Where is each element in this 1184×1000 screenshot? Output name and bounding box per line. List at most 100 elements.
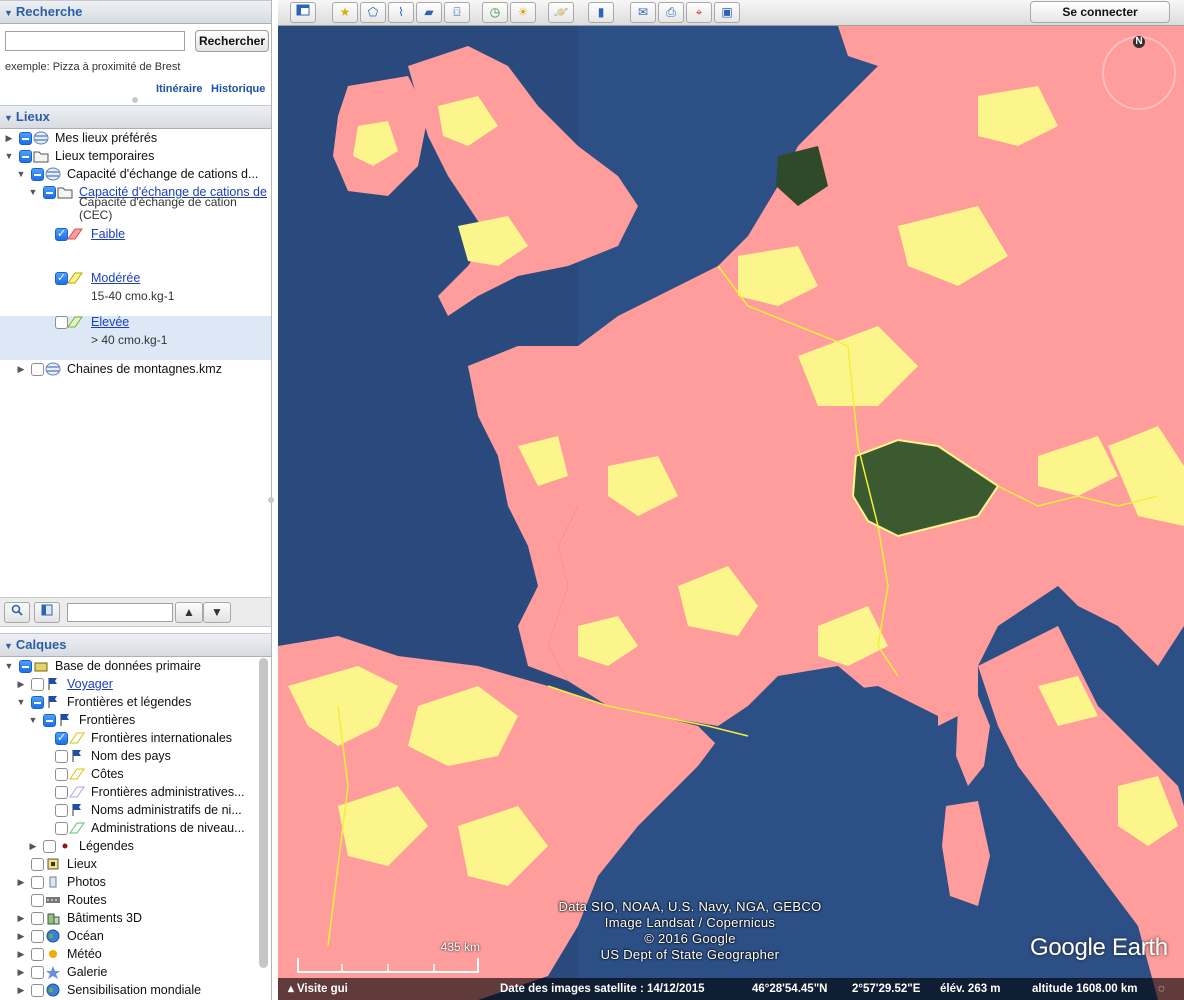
layer-item[interactable]: Administrations de niveau... <box>0 819 258 837</box>
checkbox[interactable] <box>55 750 68 763</box>
add-overlay-button[interactable]: ▰ <box>416 2 442 23</box>
checkbox[interactable] <box>31 678 44 691</box>
checkbox[interactable] <box>31 168 44 181</box>
sidebar-toggle-button[interactable] <box>290 2 316 23</box>
layer-item[interactable]: Nom des pays <box>0 747 258 765</box>
checkbox[interactable] <box>19 660 32 673</box>
add-placemark-button[interactable]: ★ <box>332 2 358 23</box>
checkbox[interactable] <box>31 696 44 709</box>
resize-handle[interactable] <box>132 97 138 103</box>
save-image-button[interactable]: ▣ <box>714 2 740 23</box>
print-button[interactable]: ⎙ <box>658 2 684 23</box>
place-item-moderee[interactable]: ✓ Modérée <box>0 269 271 287</box>
earth-viewport[interactable]: N Data SIO, NOAA, U.S. Navy, NGA, GEBCO … <box>278 26 1184 1000</box>
checkbox[interactable] <box>31 948 44 961</box>
layer-item[interactable]: ▼ Frontières <box>0 711 258 729</box>
layer-item[interactable]: ▼ Frontières et légendes <box>0 693 258 711</box>
checkbox[interactable] <box>31 894 44 907</box>
checkbox-checked[interactable]: ✓ <box>55 732 68 745</box>
layer-item[interactable]: Noms administratifs de ni... <box>0 801 258 819</box>
expand-icon[interactable]: ▶ <box>16 945 26 963</box>
checkbox[interactable] <box>31 912 44 925</box>
sign-in-button[interactable]: Se connecter <box>1030 1 1170 23</box>
checkbox[interactable] <box>31 984 44 997</box>
move-down-button[interactable]: ▼ <box>203 602 231 623</box>
checkbox[interactable] <box>43 840 56 853</box>
collapse-icon[interactable]: ▼ <box>28 711 38 729</box>
switch-planet-button[interactable]: 🪐 <box>548 2 574 23</box>
expand-icon[interactable]: ▶ <box>16 909 26 927</box>
layer-link[interactable]: Voyager <box>67 675 113 693</box>
checkbox[interactable] <box>31 858 44 871</box>
collapse-icon[interactable]: ▼ <box>4 657 14 675</box>
checkbox[interactable] <box>55 768 68 781</box>
expand-icon[interactable]: ▶ <box>16 963 26 981</box>
layer-item[interactable]: Lieux <box>0 855 258 873</box>
checkbox[interactable] <box>55 804 68 817</box>
expand-icon[interactable]: ▶ <box>16 360 26 378</box>
toggle-panel-button[interactable] <box>34 602 60 623</box>
add-path-button[interactable]: ⌇ <box>388 2 414 23</box>
directions-link[interactable]: Itinéraire <box>156 83 202 95</box>
expand-icon[interactable]: ▶ <box>4 129 14 147</box>
historical-imagery-button[interactable]: ◷ <box>482 2 508 23</box>
collapse-icon[interactable]: ▼ <box>28 183 38 201</box>
place-item-faible[interactable]: ✓ Faible <box>0 225 271 243</box>
collapse-icon[interactable]: ▼ <box>16 165 26 183</box>
place-link[interactable]: Elevée <box>91 313 129 331</box>
place-item-favorites[interactable]: ▶ Mes lieux préférés <box>0 129 271 147</box>
expand-icon[interactable]: ▶ <box>16 675 26 693</box>
checkbox[interactable] <box>43 714 56 727</box>
search-button[interactable]: Rechercher <box>195 30 269 52</box>
layer-item[interactable]: ▶ Océan <box>0 927 258 945</box>
layer-item[interactable]: Routes <box>0 891 258 909</box>
layers-panel-header[interactable]: ▼ Calques <box>0 633 271 657</box>
history-link[interactable]: Historique <box>211 83 265 95</box>
expand-icon[interactable]: ▶ <box>28 837 38 855</box>
expand-icon[interactable]: ▶ <box>16 873 26 891</box>
layer-item[interactable]: ▶ Bâtiments 3D <box>0 909 258 927</box>
checkbox[interactable] <box>19 150 32 163</box>
move-up-button[interactable]: ▲ <box>175 602 203 623</box>
search-input[interactable] <box>5 31 185 51</box>
checkbox[interactable] <box>31 966 44 979</box>
places-panel-header[interactable]: ▼ Lieux <box>0 105 271 129</box>
expand-icon[interactable]: ▶ <box>16 981 26 999</box>
places-filter-input[interactable] <box>67 603 173 622</box>
checkbox[interactable] <box>55 822 68 835</box>
resize-handle[interactable] <box>268 497 274 503</box>
sunlight-button[interactable]: ☀ <box>510 2 536 23</box>
layer-item[interactable]: ▶ Légendes <box>0 837 258 855</box>
layer-item[interactable]: ▶ Photos <box>0 873 258 891</box>
collapse-icon[interactable]: ▼ <box>4 147 14 165</box>
layer-item[interactable]: ✓ Frontières internationales <box>0 729 258 747</box>
checkbox[interactable] <box>31 876 44 889</box>
checkbox[interactable] <box>31 363 44 376</box>
view-in-maps-button[interactable]: ⌖ <box>686 2 712 23</box>
layer-item[interactable]: Côtes <box>0 765 258 783</box>
checkbox[interactable] <box>31 930 44 943</box>
tour-button[interactable]: ▴ Visite gui <box>288 978 348 1000</box>
layers-scrollbar[interactable] <box>259 658 268 968</box>
place-item-cec-root[interactable]: ▼ Capacité d'échange de cations d... <box>0 165 271 183</box>
checkbox[interactable] <box>19 132 32 145</box>
layer-item[interactable]: Frontières administratives... <box>0 783 258 801</box>
ruler-button[interactable]: ▮ <box>588 2 614 23</box>
place-link[interactable]: Faible <box>91 225 125 243</box>
layer-item[interactable]: ▶ Sensibilisation mondiale <box>0 981 258 999</box>
layer-item[interactable]: ▶ Météo <box>0 945 258 963</box>
place-link[interactable]: Modérée <box>91 269 140 287</box>
layer-item[interactable]: ▶ Voyager <box>0 675 258 693</box>
search-panel-header[interactable]: ▼ Recherche <box>0 0 271 24</box>
layer-item[interactable]: ▶ Galerie <box>0 963 258 981</box>
checkbox[interactable] <box>55 786 68 799</box>
layer-item[interactable]: ▼ Base de données primaire <box>0 657 258 675</box>
checkbox[interactable] <box>43 186 56 199</box>
place-item-elevee[interactable]: Elevée <box>0 313 271 331</box>
search-places-button[interactable] <box>4 602 30 623</box>
collapse-icon[interactable]: ▼ <box>16 693 26 711</box>
navigation-compass[interactable]: N <box>1102 36 1176 110</box>
add-polygon-button[interactable]: ⬠ <box>360 2 386 23</box>
place-item-mountains[interactable]: ▶ Chaines de montagnes.kmz <box>0 360 271 378</box>
email-button[interactable]: ✉ <box>630 2 656 23</box>
